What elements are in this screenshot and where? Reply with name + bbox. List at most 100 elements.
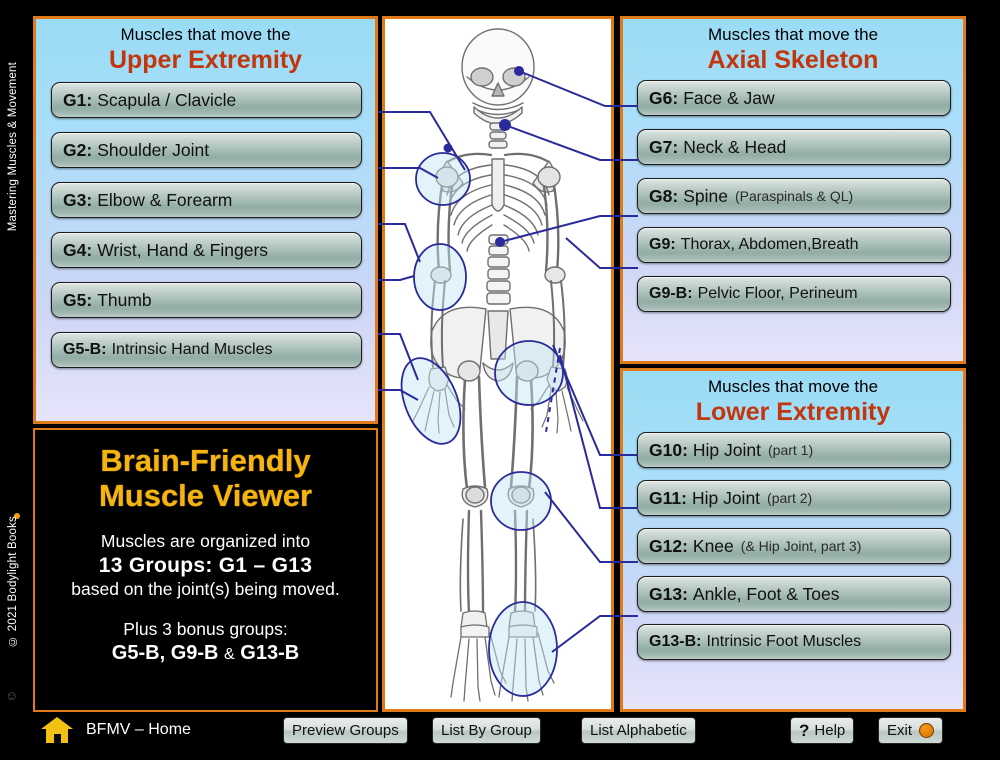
app-title-line2: Muscle Viewer [98, 477, 313, 513]
info-line-1: Muscles are organized into [100, 531, 311, 552]
highlight-hip [494, 340, 564, 406]
upper-group-list: G1: Scapula / Clavicle G2: Shoulder Join… [51, 82, 362, 369]
group-id: G8: [649, 185, 679, 206]
highlight-knee [490, 471, 552, 531]
highlight-elbow [413, 243, 467, 311]
app-window: Mastering Muscles & Movement © 2021 Body… [0, 0, 1000, 760]
info-line-3: based on the joint(s) being moved. [71, 579, 340, 600]
group-subtitle: (Paraspinals & QL) [734, 188, 854, 205]
home-icon[interactable] [40, 716, 74, 744]
group-button-g8[interactable]: G8: Spine (Paraspinals & QL) [637, 178, 951, 215]
group-name: Elbow & Forearm [97, 189, 233, 210]
group-button-g11[interactable]: G11: Hip Joint (part 2) [637, 480, 951, 517]
panel-skeleton-image [382, 16, 614, 712]
group-id: G7: [649, 136, 679, 157]
list-by-group-button[interactable]: List By Group [432, 717, 541, 744]
info-line-2: 13 Groups: G1 – G13 [98, 554, 313, 578]
group-button-g9b[interactable]: G9-B: Pelvic Floor, Perineum [637, 276, 951, 313]
group-button-g5[interactable]: G5: Thumb [51, 282, 362, 319]
panel-axial-title-line1: Muscles that move the [707, 25, 879, 44]
panel-upper-title-line1: Muscles that move the [120, 25, 291, 44]
group-id: G6: [649, 87, 679, 108]
group-id: G1: [63, 89, 93, 110]
group-id: G5-B: [63, 341, 107, 359]
group-button-g7[interactable]: G7: Neck & Head [637, 129, 951, 166]
panel-lower-title: Muscles that move the Lower Extremity [623, 371, 963, 426]
rail-copyright: © 2021 Bodylight Books [7, 516, 19, 647]
list-alphabetic-button[interactable]: List Alphabetic [581, 717, 696, 744]
highlight-shoulder [415, 152, 471, 206]
group-button-g9[interactable]: G9: Thorax, Abdomen,Breath [637, 227, 951, 264]
preview-groups-button[interactable]: Preview Groups [283, 717, 408, 744]
group-button-g1[interactable]: G1: Scapula / Clavicle [51, 82, 362, 119]
group-name: Hip Joint [691, 487, 761, 508]
group-name: Intrinsic Foot Muscles [706, 633, 862, 651]
group-button-g2[interactable]: G2: Shoulder Joint [51, 132, 362, 169]
info-line-4: Plus 3 bonus groups: [123, 619, 288, 640]
question-mark-icon: ? [799, 720, 810, 740]
group-name: Intrinsic Hand Muscles [111, 341, 273, 359]
highlight-foot [488, 601, 558, 697]
group-button-g4[interactable]: G4: Wrist, Hand & Fingers [51, 232, 362, 269]
group-name: Spine [683, 185, 728, 206]
panel-axial-title: Muscles that move the Axial Skeleton [623, 19, 963, 74]
app-title-line1: Brain-Friendly [100, 443, 311, 478]
panel-axial-title-accent: Axial Skeleton [707, 45, 879, 74]
group-id: G10: [649, 439, 688, 460]
group-button-g6[interactable]: G6: Face & Jaw [637, 80, 951, 117]
group-name: Thumb [97, 289, 152, 310]
group-name: Pelvic Floor, Perineum [697, 285, 858, 303]
group-id: G13: [649, 583, 688, 604]
group-id: G5: [63, 289, 93, 310]
group-button-g10[interactable]: G10: Hip Joint (part 1) [637, 432, 951, 469]
panel-upper-title-accent: Upper Extremity [108, 45, 303, 74]
group-name: Scapula / Clavicle [97, 89, 237, 110]
group-name: Hip Joint [692, 439, 761, 460]
exit-button[interactable]: Exit [878, 717, 944, 744]
rail-series-title: Mastering Muscles & Movement [7, 62, 19, 232]
group-id: G4: [63, 239, 93, 260]
bonus-groups-a: G5-B, G9-B [111, 642, 219, 665]
info-line-5: G5-B, G9-B & G13-B [35, 642, 376, 665]
group-name: Ankle, Foot & Toes [692, 583, 840, 604]
group-button-g5b[interactable]: G5-B: Intrinsic Hand Muscles [51, 332, 362, 369]
group-name: Wrist, Hand & Fingers [97, 239, 269, 260]
group-name: Knee [692, 535, 734, 556]
group-name: Neck & Head [683, 136, 787, 157]
smiley-icon: ☺ [5, 688, 19, 703]
group-id: G9: [649, 236, 676, 254]
group-id: G2: [63, 139, 93, 160]
home-label[interactable]: BFMV – Home [86, 721, 191, 739]
bonus-groups-amp: & [224, 646, 235, 664]
panel-upper-title: Muscles that move the Upper Extremity [36, 19, 375, 74]
group-name: Shoulder Joint [97, 139, 210, 160]
group-button-g13b[interactable]: G13-B: Intrinsic Foot Muscles [637, 624, 951, 661]
side-rail: Mastering Muscles & Movement © 2021 Body… [0, 0, 28, 712]
panel-upper-extremity: Muscles that move the Upper Extremity G1… [33, 16, 378, 424]
group-id: G13-B: [649, 633, 702, 651]
group-subtitle: (& Hip Joint, part 3) [740, 538, 862, 555]
panel-lower-title-line1: Muscles that move the [707, 377, 879, 396]
group-name: Thorax, Abdomen,Breath [680, 236, 859, 254]
group-subtitle: (part 1) [768, 442, 814, 459]
group-name: Face & Jaw [683, 87, 775, 108]
bonus-groups-b: G13-B [240, 642, 300, 665]
info-box: Brain-Friendly Muscle Viewer Muscles are… [33, 428, 378, 712]
exit-label: Exit [887, 722, 913, 739]
group-id: G9-B: [649, 285, 693, 303]
exit-indicator-icon [919, 723, 935, 738]
group-id: G3: [63, 189, 93, 210]
skeleton-diagram [400, 28, 584, 702]
panel-axial-skeleton: Muscles that move the Axial Skeleton G6:… [620, 16, 966, 364]
help-button[interactable]: ? Help [790, 717, 855, 744]
lower-group-list: G10: Hip Joint (part 1) G11: Hip Joint (… [637, 432, 951, 661]
panel-lower-title-accent: Lower Extremity [695, 397, 891, 426]
panel-lower-extremity: Muscles that move the Lower Extremity G1… [620, 368, 966, 712]
group-id: G12: [649, 535, 688, 556]
group-subtitle: (part 2) [767, 490, 813, 507]
group-button-g3[interactable]: G3: Elbow & Forearm [51, 182, 362, 219]
help-label: Help [814, 722, 846, 739]
group-button-g12[interactable]: G12: Knee (& Hip Joint, part 3) [637, 528, 951, 565]
group-button-g13[interactable]: G13: Ankle, Foot & Toes [637, 576, 951, 613]
axial-group-list: G6: Face & Jaw G7: Neck & Head G8: Spine… [637, 80, 951, 313]
